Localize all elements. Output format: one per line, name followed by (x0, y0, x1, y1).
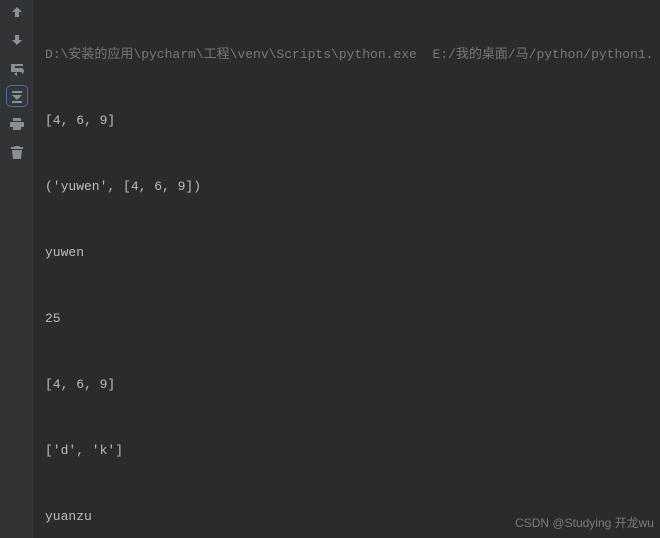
console-line: ('yuwen', [4, 6, 9]) (45, 176, 650, 198)
console-line: [4, 6, 9] (45, 374, 650, 396)
console-line: 25 (45, 308, 650, 330)
console-line: [4, 6, 9] (45, 110, 650, 132)
scroll-to-end-icon[interactable] (9, 88, 25, 104)
console-line: ['d', 'k'] (45, 440, 650, 462)
console-line: yuwen (45, 242, 650, 264)
console-line: yuanzu (45, 506, 650, 528)
console-line: D:\安装的应用\pycharm\工程\venv\Scripts\python.… (45, 44, 650, 66)
run-tool-window: D:\安装的应用\pycharm\工程\venv\Scripts\python.… (0, 0, 660, 538)
print-icon[interactable] (9, 116, 25, 132)
console-output[interactable]: D:\安装的应用\pycharm\工程\venv\Scripts\python.… (35, 0, 660, 538)
arrow-down-icon[interactable] (9, 32, 25, 48)
console-gutter (0, 0, 35, 538)
arrow-up-icon[interactable] (9, 4, 25, 20)
soft-wrap-icon[interactable] (9, 60, 25, 76)
trash-icon[interactable] (9, 144, 25, 160)
